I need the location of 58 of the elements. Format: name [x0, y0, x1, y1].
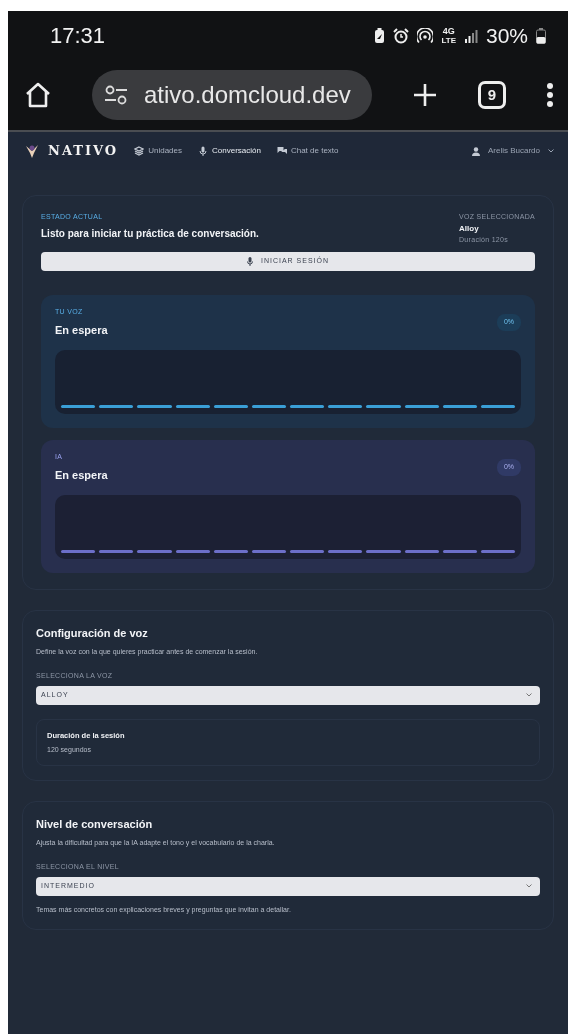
section-title: Configuración de voz	[36, 626, 149, 641]
level-bar	[480, 550, 516, 553]
status-time: 17:31	[50, 22, 106, 50]
level-bar	[442, 550, 477, 553]
level-bar	[404, 405, 439, 408]
tab-count-button[interactable]: 9	[478, 81, 506, 109]
chat-icon	[276, 146, 287, 156]
level-bar	[251, 550, 287, 553]
brand-name: NATIVO	[48, 142, 119, 161]
home-icon[interactable]	[24, 81, 52, 109]
level-bar	[328, 550, 363, 553]
level-bar	[404, 550, 439, 553]
level-bar	[175, 405, 210, 408]
chevron-down-icon	[526, 884, 532, 889]
status-text: Listo para iniciar tu práctica de conversación.	[41, 226, 259, 241]
level-bar	[99, 405, 134, 408]
meter-state: En espera	[55, 467, 108, 483]
battery-percent: 30%	[485, 22, 528, 49]
new-tab-icon[interactable]	[412, 82, 438, 108]
address-bar[interactable]: ativo.domcloud.dev	[92, 70, 372, 120]
meter-state: En espera	[55, 322, 108, 338]
level-bar	[290, 550, 325, 553]
level-bar	[61, 405, 96, 408]
nav-link[interactable]: Conversación	[198, 145, 261, 157]
level-bar	[175, 550, 210, 553]
layers-icon	[134, 146, 145, 156]
battery-saver-icon	[374, 27, 386, 44]
level-bar	[290, 405, 325, 408]
level-bar	[366, 550, 401, 553]
alarm-icon	[393, 27, 410, 44]
level-bar	[61, 550, 96, 553]
url-text: ativo.domcloud.dev	[144, 80, 351, 110]
level-bar	[442, 405, 477, 408]
chevron-down-icon	[526, 693, 532, 697]
section-title: Nivel de conversación	[36, 817, 154, 833]
level-bar	[366, 405, 401, 408]
level-bar	[480, 405, 516, 408]
level-bar	[137, 405, 172, 408]
level-bar	[213, 405, 248, 408]
level-bar	[328, 405, 363, 408]
user-menu[interactable]: Arelis Bucardo	[471, 145, 554, 157]
level-bar	[251, 405, 287, 408]
network-type-label: 4G LTE	[441, 26, 456, 45]
more-icon[interactable]	[546, 82, 554, 108]
user-icon	[471, 146, 480, 156]
nav-link[interactable]: Chat de texto	[276, 145, 339, 157]
level-bar	[137, 550, 172, 553]
site-settings-icon[interactable]	[104, 85, 128, 105]
signal-icon	[463, 28, 478, 43]
battery-icon	[536, 27, 546, 44]
voice-name: Alloy	[459, 222, 480, 235]
nav-link[interactable]: Unidades	[134, 145, 182, 157]
microphone-icon	[246, 257, 253, 266]
mic-icon	[198, 146, 208, 156]
caret-icon	[548, 149, 554, 153]
hotspot-icon	[417, 27, 434, 44]
level-bar	[213, 550, 248, 553]
level-bar	[99, 550, 134, 553]
